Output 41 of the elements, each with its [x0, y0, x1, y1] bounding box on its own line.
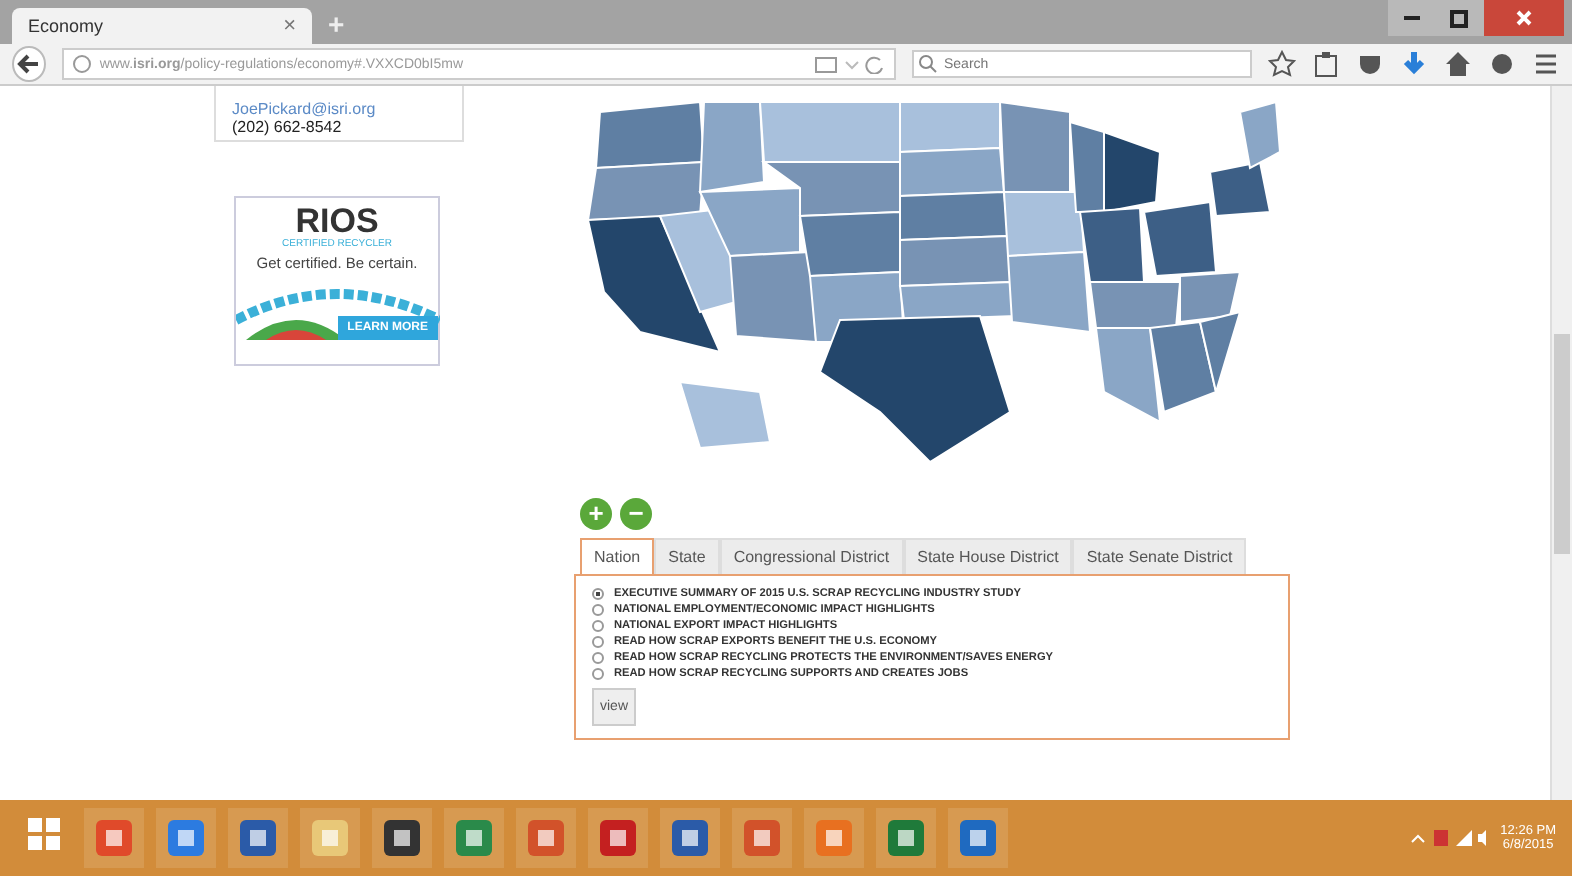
back-arrow-icon: [16, 52, 41, 76]
panel-tab[interactable]: State: [654, 538, 720, 574]
globe-icon: [71, 54, 92, 74]
taskbar-app-icon[interactable]: [660, 808, 720, 868]
search-icon: [918, 54, 938, 74]
scrollbar[interactable]: [1550, 86, 1572, 800]
radio-button[interactable]: [592, 636, 604, 648]
radio-button[interactable]: [592, 668, 604, 680]
shield-icon[interactable]: [1356, 50, 1384, 78]
taskbar-app-icon[interactable]: [588, 808, 648, 868]
panel-tab[interactable]: Nation: [580, 538, 655, 574]
star-icon[interactable]: [1268, 50, 1296, 78]
restore-icon: [1450, 8, 1470, 28]
phone-number: (202) 662-8542: [232, 118, 344, 136]
taskbar-app-icon[interactable]: [948, 808, 1008, 868]
clipboard-icon[interactable]: [1312, 50, 1340, 78]
minimize-icon: [1404, 16, 1420, 20]
taskbar-app-icon[interactable]: [372, 808, 432, 868]
radio-button[interactable]: [592, 620, 604, 632]
panel-tab[interactable]: Congressional District: [719, 538, 904, 574]
home-icon[interactable]: [1444, 50, 1472, 78]
radio-button[interactable]: [592, 604, 604, 616]
ad-logo: RIOS: [295, 204, 379, 238]
download-icon[interactable]: [1400, 50, 1428, 78]
panel-tab[interactable]: State House District: [903, 538, 1073, 574]
reader-refresh-icon[interactable]: [814, 54, 886, 74]
email-link[interactable]: JoePickard@isri.org: [232, 100, 446, 118]
radio-button[interactable]: [592, 588, 604, 600]
radio-button[interactable]: [592, 652, 604, 664]
taskbar-app-icon[interactable]: [876, 808, 936, 868]
tray-icons[interactable]: [1408, 826, 1489, 850]
menu-icon[interactable]: [1532, 50, 1560, 78]
close-window-button[interactable]: [1484, 0, 1564, 36]
browser-tab[interactable]: Economy ×: [12, 8, 312, 44]
close-icon: [1514, 8, 1534, 28]
panel-tab[interactable]: State Senate District: [1072, 538, 1247, 574]
restore-button[interactable]: [1436, 0, 1484, 36]
minimize-button[interactable]: [1388, 0, 1436, 36]
taskbar-app-icon[interactable]: [228, 808, 288, 868]
close-tab-button[interactable]: ×: [283, 14, 296, 38]
back-button[interactable]: [12, 46, 46, 82]
